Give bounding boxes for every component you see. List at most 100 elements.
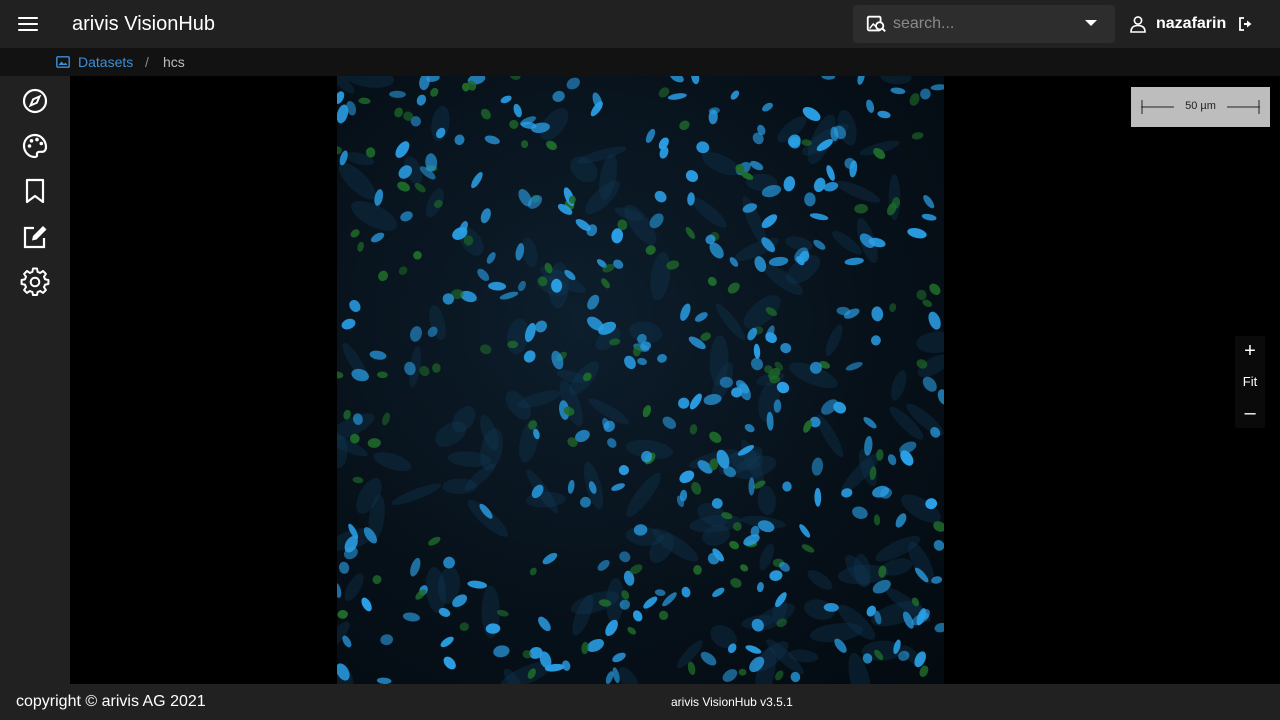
marker-positive-nucleus: [627, 626, 637, 635]
microscopy-image[interactable]: [337, 76, 944, 684]
nucleus: [809, 213, 829, 221]
sidebar: [0, 76, 70, 684]
sidebar-item-annotations[interactable]: [20, 222, 50, 252]
edit-icon: [23, 226, 47, 249]
marker-positive-nucleus: [358, 97, 371, 105]
nucleus: [722, 669, 738, 682]
nucleus: [538, 616, 551, 632]
nucleus: [486, 252, 496, 264]
marker-positive-nucleus: [873, 514, 881, 526]
nucleus: [618, 464, 629, 476]
marker-positive-nucleus: [740, 564, 749, 572]
hamburger-menu-icon[interactable]: [14, 12, 42, 36]
marker-positive-nucleus: [685, 227, 696, 239]
nucleus: [587, 294, 600, 310]
marker-positive-nucleus: [428, 536, 441, 546]
nucleus: [657, 354, 667, 363]
search-dropdown-caret-icon[interactable]: [1085, 20, 1097, 26]
nucleus: [887, 454, 897, 466]
nucleus: [685, 170, 699, 183]
copyright-text: copyright © arivis AG 2021: [16, 693, 206, 710]
search-box[interactable]: [853, 5, 1115, 43]
sidebar-item-bookmarks[interactable]: [20, 176, 50, 206]
zoom-fit-button[interactable]: Fit: [1235, 367, 1265, 397]
nucleus: [762, 102, 773, 112]
nucleus: [750, 357, 764, 371]
marker-positive-nucleus: [509, 119, 519, 129]
footer: copyright © arivis AG 2021 arivis Vision…: [0, 684, 1280, 720]
image-viewer[interactable]: [70, 76, 1280, 684]
nucleus: [607, 438, 617, 448]
nucleus: [611, 483, 625, 491]
nucleus: [643, 596, 658, 609]
breadcrumb-current: hcs: [163, 54, 185, 70]
image-icon: [56, 56, 70, 68]
marker-positive-nucleus: [911, 132, 924, 140]
sidebar-item-explore[interactable]: [20, 86, 50, 116]
sidebar-item-settings[interactable]: [20, 267, 50, 297]
nucleus: [814, 487, 822, 507]
nucleus: [933, 540, 944, 551]
nucleus: [691, 76, 700, 85]
nucleus: [552, 90, 565, 102]
nucleus: [467, 580, 488, 589]
nucleus: [783, 176, 796, 192]
marker-positive-nucleus: [337, 609, 348, 619]
nucleus: [799, 524, 811, 538]
version-text: arivis VisionHub v3.5.1: [671, 695, 793, 709]
sidebar-item-display[interactable]: [20, 131, 50, 161]
marker-positive-nucleus: [432, 363, 441, 373]
nucleus: [700, 651, 717, 666]
nucleus: [566, 77, 580, 90]
user-menu[interactable]: nazafarin: [1128, 12, 1226, 36]
marker-positive-nucleus: [601, 278, 610, 289]
marker-positive-nucleus: [730, 578, 742, 588]
marker-positive-nucleus: [642, 405, 652, 418]
nucleus: [612, 652, 626, 663]
marker-positive-nucleus: [727, 282, 740, 294]
nucleus: [440, 636, 454, 648]
nucleus: [689, 393, 702, 410]
nucleus: [493, 645, 510, 658]
nucleus: [597, 559, 610, 571]
compass-icon: [22, 88, 48, 114]
nucleus: [920, 88, 931, 100]
marker-positive-nucleus: [413, 251, 422, 260]
marker-positive-nucleus: [397, 181, 410, 192]
logout-icon[interactable]: [1238, 16, 1254, 32]
nucleus: [443, 556, 455, 569]
nucleus: [681, 586, 691, 598]
marker-positive-nucleus: [430, 87, 439, 97]
zoom-in-button[interactable]: +: [1235, 336, 1265, 366]
breadcrumb: Datasets / hcs: [0, 48, 1280, 76]
marker-positive-nucleus: [367, 438, 381, 448]
marker-positive-nucleus: [394, 107, 404, 118]
nucleus: [500, 95, 512, 104]
marker-positive-nucleus: [459, 622, 469, 632]
nucleus: [443, 656, 456, 670]
marker-positive-nucleus: [378, 270, 389, 282]
nucleus: [844, 257, 864, 266]
marker-positive-nucleus: [689, 424, 698, 435]
palette-icon: [22, 133, 48, 159]
search-input[interactable]: [893, 11, 1073, 37]
nucleus: [402, 612, 420, 622]
marker-positive-nucleus: [801, 544, 815, 553]
nucleus: [454, 134, 465, 146]
breadcrumb-datasets-link[interactable]: Datasets: [78, 54, 133, 70]
zoom-controls: + Fit –: [1235, 336, 1265, 428]
nucleus: [821, 76, 836, 80]
nucleus: [361, 597, 372, 612]
nucleus: [561, 660, 571, 671]
nucleus: [871, 306, 884, 322]
marker-positive-nucleus: [658, 610, 669, 621]
nucleus: [857, 76, 865, 85]
marker-positive-nucleus: [398, 266, 408, 276]
nucleus: [667, 93, 687, 100]
nucleus: [645, 128, 656, 143]
nucleus: [680, 303, 691, 321]
bookmark-icon: [25, 178, 45, 204]
nucleus: [349, 299, 361, 313]
zoom-out-button[interactable]: –: [1235, 398, 1265, 428]
nucleus: [513, 103, 522, 118]
